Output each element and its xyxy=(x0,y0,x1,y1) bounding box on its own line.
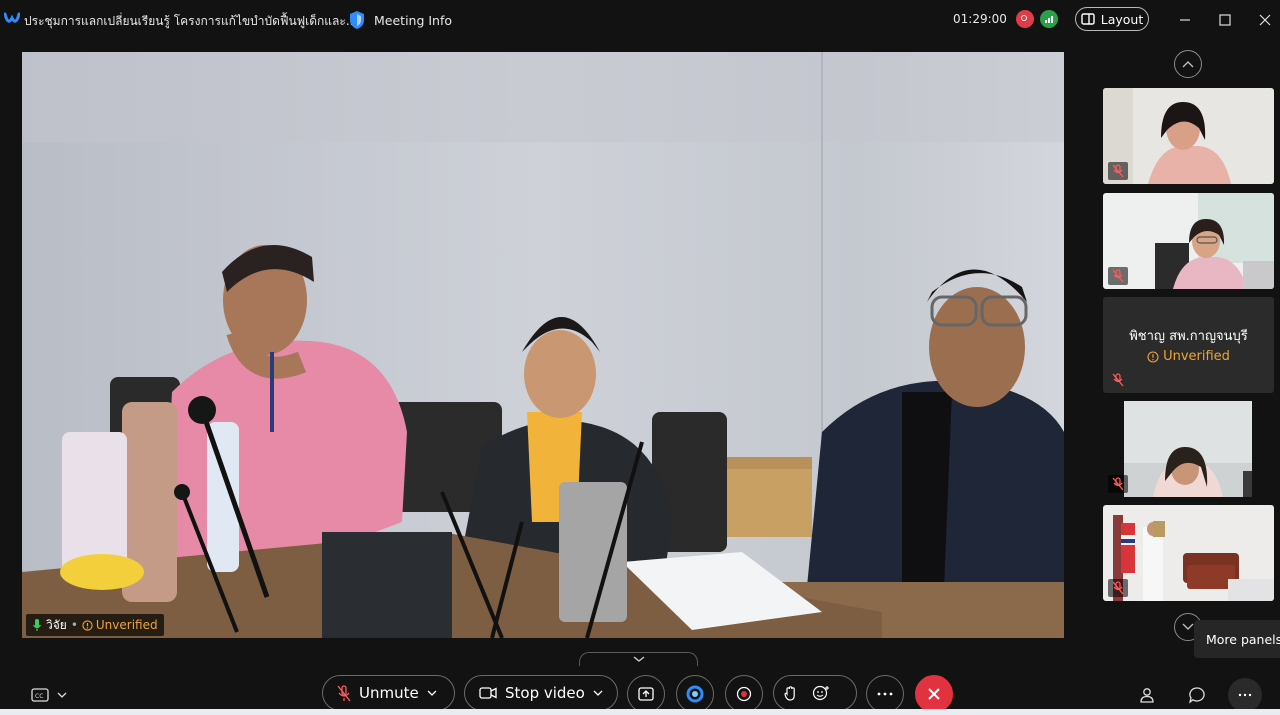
close-window-button[interactable] xyxy=(1252,8,1278,32)
participant-video xyxy=(1103,88,1274,184)
webex-logo-icon xyxy=(4,12,20,23)
ai-assistant-button[interactable] xyxy=(676,675,714,713)
participant-tile[interactable] xyxy=(1103,401,1274,497)
chat-bubble-icon xyxy=(1188,687,1205,704)
more-dots-icon xyxy=(877,692,893,696)
video-feed xyxy=(22,52,1064,638)
collapse-controls-button[interactable] xyxy=(579,652,698,666)
participant-video xyxy=(1103,401,1274,497)
main-video-name: วิจัย xyxy=(46,617,67,632)
close-icon xyxy=(928,688,940,700)
layout-icon xyxy=(1081,13,1095,25)
video-camera-icon xyxy=(479,687,497,699)
scroll-up-button[interactable] xyxy=(1174,50,1202,78)
network-status-icon[interactable] xyxy=(1040,10,1058,28)
chevron-down-icon xyxy=(427,690,437,696)
meeting-timer: 01:29:00 xyxy=(953,12,1007,26)
share-screen-icon xyxy=(638,687,654,701)
chat-button[interactable] xyxy=(1185,683,1209,707)
participant-tile[interactable]: พิชาญ สพ.กาญจนบุรี Unverified xyxy=(1103,297,1274,393)
unmute-label: Unmute xyxy=(359,684,419,702)
unmute-button[interactable]: Unmute xyxy=(322,675,455,711)
warning-icon xyxy=(1147,350,1159,363)
captions-menu-button[interactable] xyxy=(50,683,74,707)
reaction-emoji-icon xyxy=(812,685,829,701)
participant-tile[interactable] xyxy=(1103,193,1274,289)
layout-label: Layout xyxy=(1100,11,1144,27)
reactions-button[interactable] xyxy=(773,675,857,711)
muted-mic-icon xyxy=(1108,475,1128,493)
participants-button[interactable] xyxy=(1136,683,1160,707)
raise-hand-icon xyxy=(784,686,795,701)
warning-icon xyxy=(82,619,93,631)
muted-mic-icon xyxy=(1108,579,1128,597)
more-options-button[interactable] xyxy=(866,675,904,713)
stop-video-label: Stop video xyxy=(505,684,585,702)
muted-mic-icon xyxy=(1108,162,1128,180)
maximize-icon xyxy=(1219,14,1231,26)
chevron-up-icon xyxy=(1182,61,1194,68)
svg-text:CC: CC xyxy=(35,693,43,700)
muted-mic-icon xyxy=(1108,267,1128,285)
share-button[interactable] xyxy=(627,675,665,713)
main-video-status-label: Unverified xyxy=(95,618,158,632)
record-icon xyxy=(736,686,752,702)
muted-mic-icon xyxy=(337,684,351,701)
layout-button[interactable]: Layout xyxy=(1075,7,1149,31)
leave-meeting-button[interactable] xyxy=(915,675,953,713)
signal-bars-icon xyxy=(1045,16,1053,23)
meeting-info-button[interactable]: Meeting Info xyxy=(348,9,452,31)
mic-on-icon xyxy=(33,619,41,631)
participant-status-label: Unverified xyxy=(1163,349,1230,364)
chevron-down-icon xyxy=(633,656,644,662)
maximize-button[interactable] xyxy=(1212,8,1238,32)
participant-tile[interactable] xyxy=(1103,505,1274,601)
close-icon xyxy=(1259,14,1271,26)
meeting-title: ประชุมการแลกเปลี่ยนเรียนรู้ โครงการแก้ไข… xyxy=(24,14,358,28)
stop-video-button[interactable]: Stop video xyxy=(464,675,618,711)
participant-video xyxy=(1103,193,1274,289)
chevron-down-icon xyxy=(1182,623,1194,630)
captions-icon: CC xyxy=(31,688,49,702)
record-button[interactable] xyxy=(725,675,763,713)
chevron-down-icon xyxy=(57,692,67,698)
captions-button[interactable]: CC xyxy=(28,683,52,707)
participant-name: พิชาญ สพ.กาญจนบุรี xyxy=(1129,329,1248,344)
participant-video xyxy=(1103,505,1274,601)
main-video[interactable] xyxy=(22,52,1064,638)
ai-assistant-icon xyxy=(686,685,704,703)
title-bar: ประชุมการแลกเปลี่ยนเรียนรู้ โครงการแก้ไข… xyxy=(0,0,1280,40)
participant-tile[interactable] xyxy=(1103,88,1274,184)
meeting-info-label: Meeting Info xyxy=(374,12,453,28)
more-panels-tooltip: More panels xyxy=(1194,620,1280,658)
main-video-name-tag: วิจัย • Unverified xyxy=(26,614,164,636)
minimize-button[interactable] xyxy=(1172,8,1198,32)
chevron-down-icon xyxy=(593,690,603,696)
participants-icon xyxy=(1140,688,1154,703)
minimize-icon xyxy=(1180,19,1190,21)
meeting-controls: CC Unmute Stop video xyxy=(0,665,1280,715)
participant-status: Unverified xyxy=(1103,349,1274,364)
muted-mic-icon xyxy=(1108,371,1128,389)
more-dots-icon xyxy=(1238,693,1252,697)
shield-icon xyxy=(350,11,364,29)
os-taskbar xyxy=(0,709,1280,715)
more-panels-button[interactable] xyxy=(1228,678,1262,712)
main-video-status: Unverified xyxy=(82,618,158,632)
recording-icon[interactable] xyxy=(1016,10,1034,28)
